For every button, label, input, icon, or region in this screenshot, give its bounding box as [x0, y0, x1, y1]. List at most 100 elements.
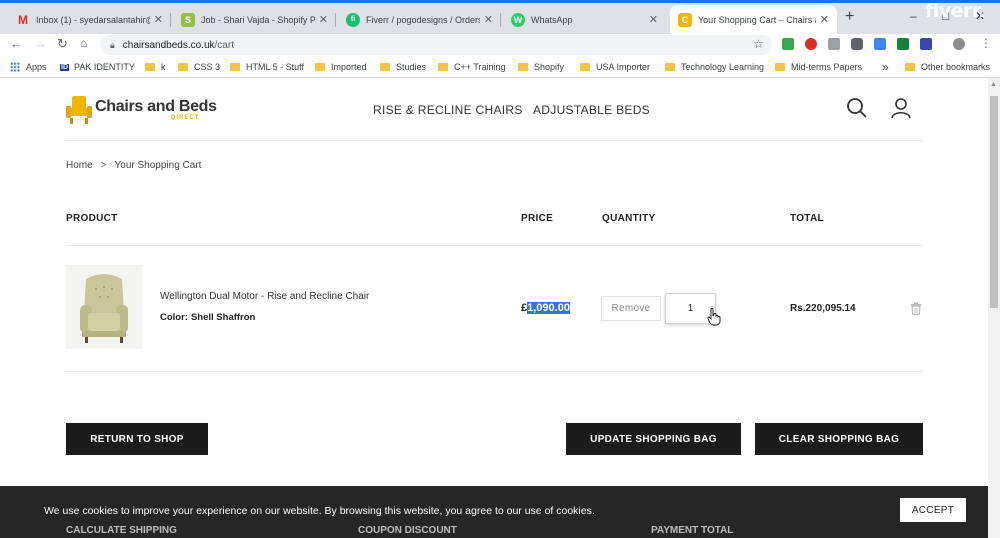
product-thumbnail[interactable] [66, 265, 142, 349]
camera-icon[interactable] [851, 38, 863, 50]
bookmark-folder[interactable]: HTML 5 - Stuff [230, 62, 304, 72]
nav-adjustable-beds[interactable]: ADJUSTABLE BEDS [533, 103, 650, 117]
product-color-value: Shell Shaffron [190, 312, 256, 323]
price-value-selected: 1,090.00 [527, 302, 570, 314]
tab-title: Job - Shari Vajda - Shopify Par [201, 14, 315, 25]
trash-icon[interactable] [910, 302, 922, 315]
address-bar[interactable]: 🔒︎ chairsandbeds.co.uk/cart ☆ [100, 35, 772, 55]
section-heading-payment-total: PAYMENT TOTAL [651, 525, 734, 536]
new-tab-button[interactable]: + [845, 8, 854, 26]
item-price: £1,090.00 [521, 302, 570, 314]
return-to-shop-button[interactable]: RETURN TO SHOP [66, 423, 208, 455]
extension-icon[interactable] [920, 38, 932, 50]
tab-whatsapp[interactable]: W WhatsApp ✕ [503, 5, 666, 34]
reload-icon[interactable]: ↻ [57, 36, 68, 52]
bookmark-star-icon[interactable]: ☆ [753, 37, 764, 51]
folder-icon [665, 63, 675, 71]
tab-title: Fiverr / pogodesigns / Orders [366, 14, 480, 25]
user-account-icon[interactable] [889, 96, 913, 120]
table-divider [66, 245, 923, 246]
bookmark-folder[interactable]: k [145, 62, 166, 72]
url-path: /cart [214, 39, 234, 51]
product-color: Color: Shell Shaffron [160, 312, 255, 323]
close-tab-icon[interactable]: ✕ [484, 13, 493, 26]
product-color-label: Color: [160, 312, 188, 323]
folder-icon [580, 63, 590, 71]
breadcrumb-separator: > [100, 160, 107, 171]
bookmarks-overflow-button[interactable]: » [882, 60, 889, 74]
close-tab-icon[interactable]: ✕ [319, 13, 328, 26]
bookmark-folder[interactable]: Imported [315, 62, 367, 72]
home-icon[interactable]: ⌂ [80, 36, 87, 50]
scrollbar-thumb[interactable] [990, 96, 998, 308]
close-tab-icon[interactable]: ✕ [154, 13, 163, 26]
bookmark-folder[interactable]: CSS 3 [178, 62, 220, 72]
other-bookmarks[interactable]: Other bookmarks [905, 62, 990, 72]
forward-arrow-icon[interactable]: → [34, 36, 47, 51]
bookmark-folder[interactable]: C++ Training [438, 62, 506, 72]
extension-icon[interactable] [897, 38, 909, 50]
folder-icon [518, 63, 528, 71]
lock-icon: 🔒︎ [110, 39, 115, 50]
column-header-quantity: QUANTITY [602, 213, 656, 224]
close-tab-icon[interactable]: ✕ [820, 13, 829, 26]
folder-icon [178, 63, 188, 71]
column-header-price: PRICE [521, 213, 554, 224]
pak-identity-icon: ID [60, 63, 69, 71]
logo-chair-icon [66, 96, 92, 124]
breadcrumb: Home > Your Shopping Cart [66, 160, 201, 171]
table-divider [66, 371, 923, 372]
fiverr-watermark: fiverr. [925, 0, 985, 22]
adblock-icon[interactable] [805, 38, 817, 50]
clear-shopping-bag-button[interactable]: CLEAR SHOPPING BAG [755, 423, 923, 455]
extension-icon[interactable] [828, 38, 840, 50]
scroll-up-arrow-icon[interactable]: ▲ [990, 81, 997, 88]
profile-avatar-icon[interactable] [953, 38, 965, 50]
nav-rise-recline-chairs[interactable]: RISE & RECLINE CHAIRS [373, 103, 523, 117]
bookmark-pak-identity[interactable]: ID PAK IDENTITY [60, 62, 135, 72]
column-header-product: PRODUCT [66, 213, 118, 224]
url-host: chairsandbeds.co.uk [122, 39, 215, 51]
search-icon[interactable] [845, 96, 869, 120]
header-divider [66, 140, 923, 141]
bookmark-folder[interactable]: Studies [380, 62, 426, 72]
bookmark-folder[interactable]: Technology Learning [665, 62, 764, 72]
folder-icon [380, 63, 390, 71]
back-arrow-icon[interactable]: ← [10, 36, 23, 51]
product-name[interactable]: Wellington Dual Motor - Rise and Recline… [160, 291, 369, 302]
recliner-chair-image [80, 274, 128, 343]
remove-item-button[interactable]: Remove [601, 296, 661, 321]
tab-title: Your Shopping Cart – Chairs a [698, 14, 816, 25]
update-shopping-bag-button[interactable]: UPDATE SHOPPING BAG [566, 423, 741, 455]
cookie-consent-text: We use cookies to improve your experienc… [44, 505, 595, 517]
extension-icon[interactable] [782, 38, 794, 50]
breadcrumb-home[interactable]: Home [66, 160, 93, 171]
bookmark-folder[interactable]: Mid-terms Papers [775, 62, 862, 72]
extension-icon[interactable] [874, 38, 886, 50]
close-tab-icon[interactable]: ✕ [649, 13, 658, 26]
bookmarks-bar: Apps ID PAK IDENTITY k CSS 3 HTML 5 - Stu… [0, 58, 1000, 78]
item-total: Rs.220,095.14 [790, 303, 856, 314]
tab-fiverr[interactable]: fi Fiverr / pogodesigns / Orders ✕ [338, 5, 501, 34]
gmail-icon: M [18, 12, 28, 27]
tab-title: Inbox (1) - syedarsalantahir@g [36, 14, 150, 25]
bookmark-folder[interactable]: Shopify [518, 62, 564, 72]
tab-shopping-cart[interactable]: C Your Shopping Cart – Chairs a ✕ [670, 5, 837, 34]
folder-icon [315, 63, 325, 71]
tab-shopify-job[interactable]: S Job - Shari Vajda - Shopify Par ✕ [173, 5, 336, 34]
folder-icon [145, 63, 155, 71]
bookmark-apps[interactable]: Apps [10, 62, 47, 72]
site-logo-subtitle: DIRECT [171, 115, 200, 121]
folder-icon [230, 63, 240, 71]
bookmark-folder[interactable]: USA Importer [580, 62, 650, 72]
site-logo[interactable]: Chairs and Beds [95, 98, 217, 116]
accept-cookies-button[interactable]: ACCEPT [900, 498, 966, 522]
minimize-button[interactable]: – [910, 9, 917, 23]
chair-favicon-icon: C [678, 12, 692, 27]
folder-icon [905, 63, 915, 71]
tab-gmail[interactable]: M Inbox (1) - syedarsalantahir@g ✕ [8, 5, 171, 34]
folder-icon [775, 63, 785, 71]
chrome-menu-icon[interactable]: ⋮ [980, 36, 992, 50]
fiverr-icon: fi [346, 12, 360, 27]
section-heading-calculate-shipping: CALCULATE SHIPPING [66, 525, 177, 536]
